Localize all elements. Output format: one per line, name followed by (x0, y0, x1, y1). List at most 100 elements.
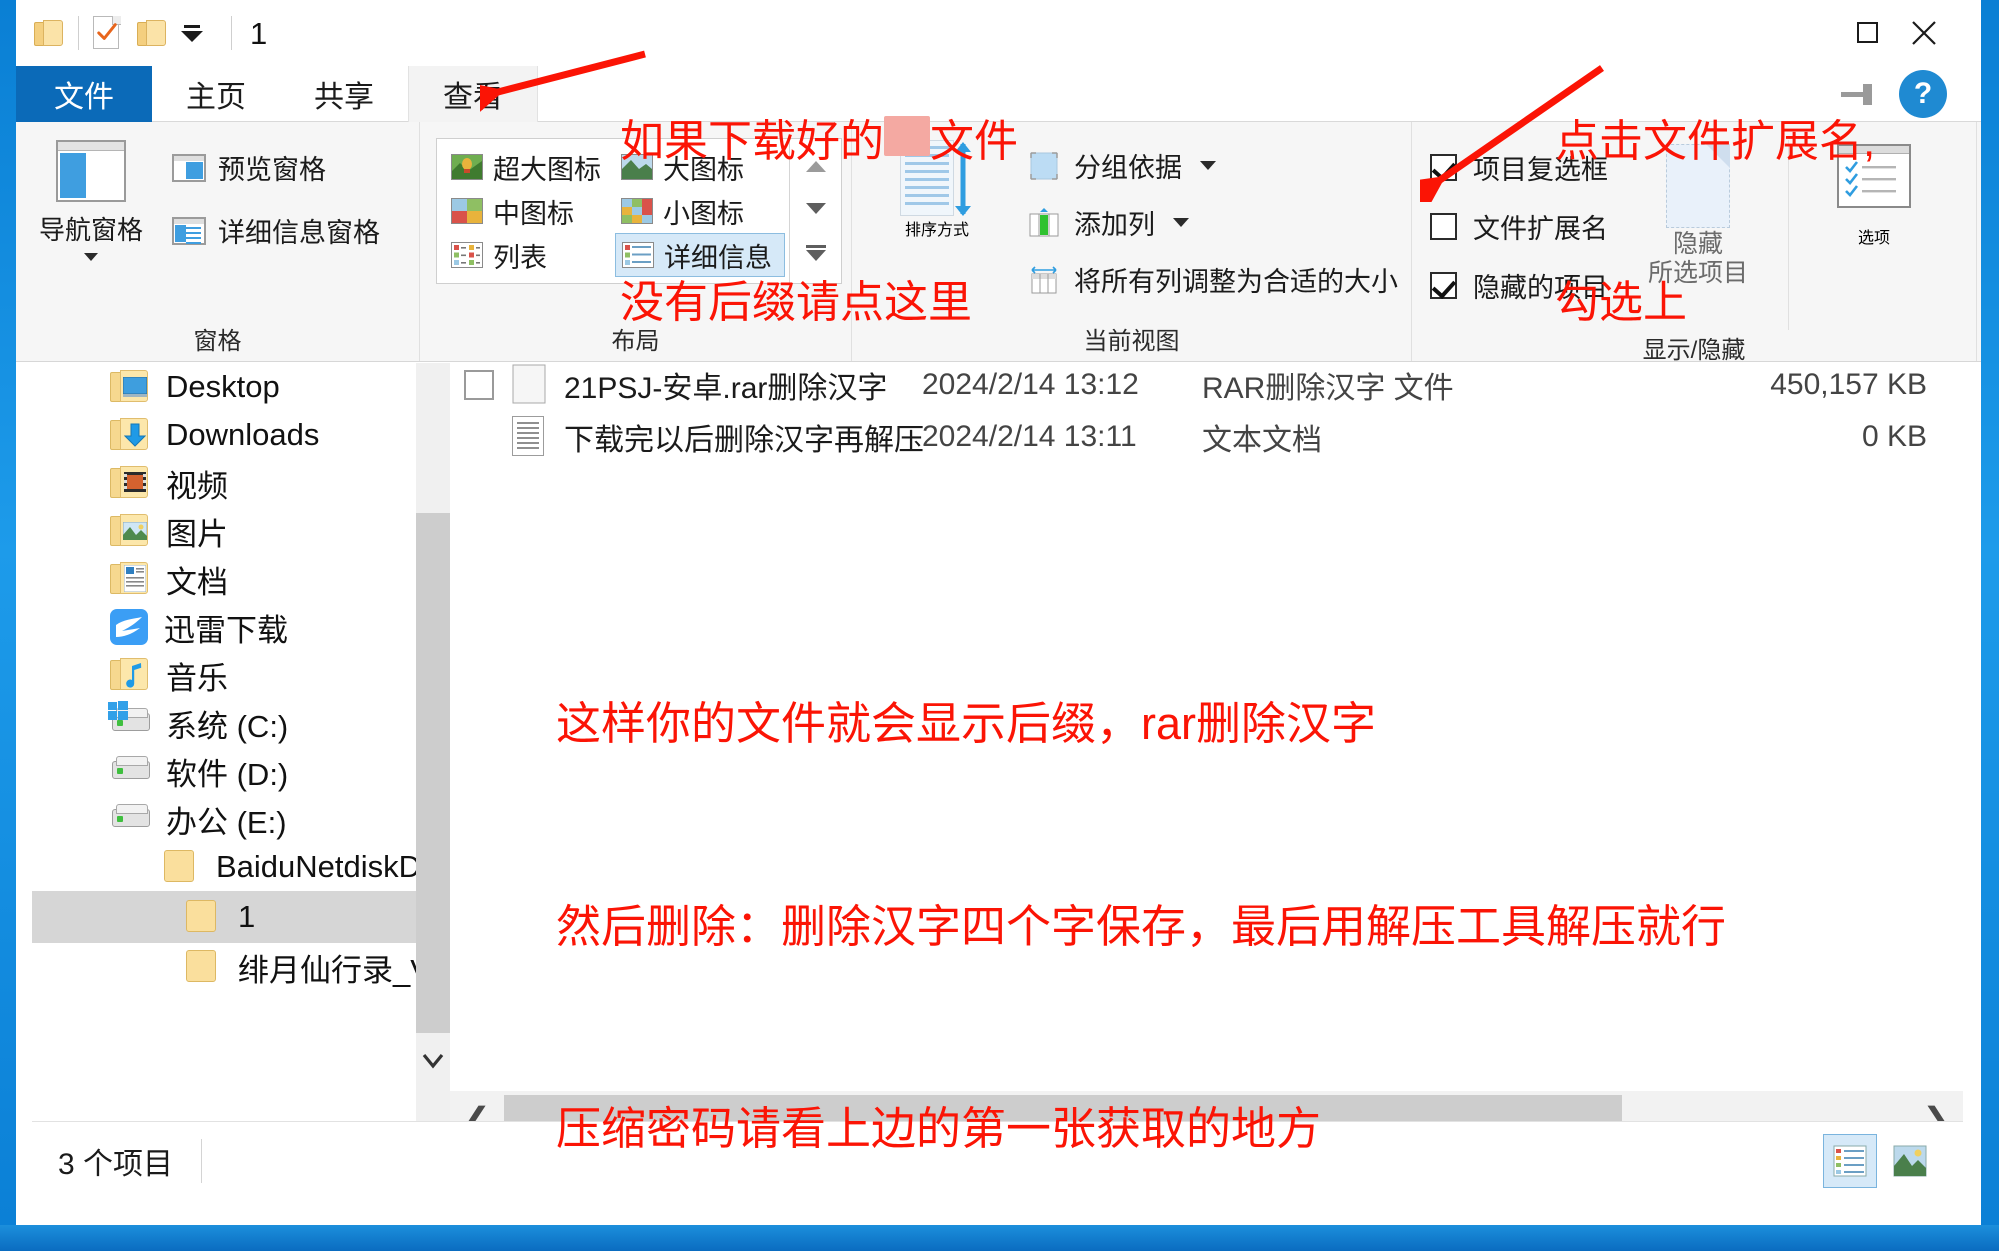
list-view-icon (451, 242, 483, 268)
sidebar-item-drive-c[interactable]: 系统 (C:) (32, 699, 450, 747)
sidebar-item-label: BaiduNetdiskDc (216, 849, 437, 884)
maximize-icon[interactable] (1845, 10, 1891, 56)
folder-music-icon (110, 657, 152, 693)
scrollbar-thumb[interactable] (416, 513, 450, 1033)
archive-icon (512, 364, 548, 406)
tab-share[interactable]: 共享 (280, 66, 408, 122)
sidebar-item-label: Desktop (166, 369, 280, 404)
sidebar-item-folder-1[interactable]: 1 (32, 891, 450, 943)
sidebar-item-label: 视频 (166, 468, 228, 504)
annotation-top-left-line2: 没有后缀请点这里 (620, 278, 972, 328)
pin-ribbon-icon[interactable] (1841, 81, 1881, 107)
window-title: 1 (250, 15, 268, 51)
annotation-top-right-line2: 勾选上 (1555, 278, 1687, 328)
group-by-icon (1028, 151, 1062, 181)
size-all-columns-button[interactable]: 将所有列调整为合适的大小 (1028, 260, 1398, 299)
add-columns-icon (1028, 207, 1062, 238)
add-columns-button[interactable]: 添加列 (1028, 203, 1398, 242)
preview-pane-label: 预览窗格 (218, 155, 326, 185)
annotation-top-right-line1: 点击文件扩展名, (1555, 117, 1876, 167)
medium-icons-icon (451, 198, 483, 224)
group-by-button[interactable]: 分组依据 (1028, 146, 1398, 185)
sidebar-item-documents[interactable]: 文档 (32, 555, 450, 603)
annotation-line-3: 压缩密码请看上边的第一张获取的地方 (556, 1103, 1322, 1154)
navigation-pane-button[interactable]: 导航窗格 (16, 134, 166, 261)
file-extensions-checkbox[interactable] (1430, 213, 1457, 240)
folder-icon[interactable] (34, 20, 64, 46)
row-checkbox[interactable] (464, 370, 494, 400)
file-type: 文本文档 (1202, 424, 1322, 457)
details-pane-label: 详细信息窗格 (218, 218, 380, 248)
annotation-instructions: 这样你的文件就会显示后缀，rar删除汉字 然后删除：删除汉字四个字保存，最后用解… (556, 555, 1726, 1251)
toolbar-divider-2 (231, 16, 232, 50)
thunder-download-icon (110, 609, 150, 645)
toolbar-divider (78, 16, 79, 50)
folder-desktop-icon (110, 369, 152, 405)
sidebar-item-label: 图片 (166, 516, 228, 552)
preview-pane-toggle[interactable]: 预览窗格 (166, 146, 386, 189)
file-explorer-window: 1 文件 主页 共享 查看 ? 导航窗格 预览窗格 详细信息窗格 窗格 超大图标… (0, 0, 1999, 1251)
sidebar-item-downloads[interactable]: Downloads (32, 411, 450, 459)
sidebar-item-music[interactable]: 音乐 (32, 651, 450, 699)
drive-icon (110, 801, 152, 837)
item-count-label: 3 个项目 (58, 1147, 174, 1181)
navigation-scrollbar[interactable] (416, 363, 450, 1199)
sidebar-item-drive-e[interactable]: 办公 (E:) (32, 795, 450, 843)
chevron-down-icon[interactable] (181, 24, 203, 42)
annotation-line-1: 这样你的文件就会显示后缀，rar删除汉字 (556, 698, 1376, 749)
sidebar-item-desktop[interactable]: Desktop (32, 363, 450, 411)
window-border-right (1981, 0, 1999, 1225)
gallery-label: 列表 (493, 242, 547, 273)
chevron-down-icon (84, 253, 98, 261)
sidebar-item-feiyue[interactable]: 绯月仙行录_V0. (32, 943, 450, 991)
file-type: RAR删除汉字 文件 (1202, 372, 1454, 405)
tab-view[interactable]: 查看 (408, 66, 538, 122)
annotation-line-2: 然后删除：删除汉字四个字保存，最后用解压工具解压就行 (556, 900, 1727, 952)
annotation-top-left-line1-before: 如果下载好的 (620, 117, 884, 167)
chevron-down-icon (1200, 161, 1216, 170)
sidebar-item-drive-d[interactable]: 软件 (D:) (32, 747, 450, 795)
folder-pictures-icon (110, 513, 152, 549)
drive-icon (110, 753, 152, 789)
text-document-icon (512, 416, 548, 458)
sidebar-item-baidunetdisk[interactable]: BaiduNetdiskDc (32, 843, 450, 891)
annotation-top-right: 点击文件扩展名, 勾选上 (1555, 14, 1875, 430)
navigation-pane-icon (56, 140, 126, 202)
tab-home[interactable]: 主页 (152, 66, 280, 122)
chevron-down-icon (1173, 218, 1189, 227)
sidebar-item-label: 软件 (D:) (166, 756, 289, 792)
navigation-pane: Desktop Downloads 视频 图片 文档 迅雷下载 音乐 系统 (C… (32, 363, 450, 1199)
details-pane-toggle[interactable]: 详细信息窗格 (166, 209, 386, 252)
help-icon[interactable]: ? (1899, 70, 1947, 118)
sidebar-item-label: 办公 (E:) (166, 804, 287, 840)
extra-large-icons-icon (451, 154, 483, 180)
details-view-button[interactable] (1823, 1133, 1877, 1188)
gallery-item-list[interactable]: 列表 (445, 233, 615, 277)
sidebar-item-pictures[interactable]: 图片 (32, 507, 450, 555)
folder-videos-icon (110, 465, 152, 501)
large-icons-view-button[interactable] (1883, 1134, 1937, 1188)
hidden-items-checkbox[interactable] (1430, 272, 1457, 299)
size-columns-icon (1028, 265, 1062, 295)
preview-pane-icon (172, 153, 206, 182)
view-mode-buttons (1823, 1133, 1937, 1188)
gallery-item-extra-large-icons[interactable]: 超大图标 (445, 145, 615, 189)
ribbon-group-panes: 导航窗格 预览窗格 详细信息窗格 窗格 (16, 122, 420, 361)
ribbon-controls: ? (1841, 70, 1947, 118)
sidebar-item-videos[interactable]: 视频 (32, 459, 450, 507)
new-folder-icon[interactable] (137, 20, 167, 46)
row-checkbox[interactable] (464, 422, 494, 452)
tab-file[interactable]: 文件 (16, 66, 152, 122)
gallery-item-medium-icons[interactable]: 中图标 (445, 189, 615, 233)
close-icon[interactable] (1901, 10, 1947, 56)
scroll-down-icon[interactable] (416, 1041, 450, 1081)
group-by-label: 分组依据 (1074, 153, 1182, 183)
item-checkboxes-checkbox[interactable] (1430, 154, 1457, 181)
folder-documents-icon (110, 561, 152, 597)
gallery-label: 超大图标 (493, 154, 601, 185)
folder-downloads-icon (110, 417, 152, 453)
sidebar-item-label: 1 (238, 899, 256, 934)
navigation-pane-label: 导航窗格 (38, 215, 143, 245)
document-check-icon[interactable] (93, 16, 121, 50)
sidebar-item-thunder-download[interactable]: 迅雷下载 (32, 603, 450, 651)
